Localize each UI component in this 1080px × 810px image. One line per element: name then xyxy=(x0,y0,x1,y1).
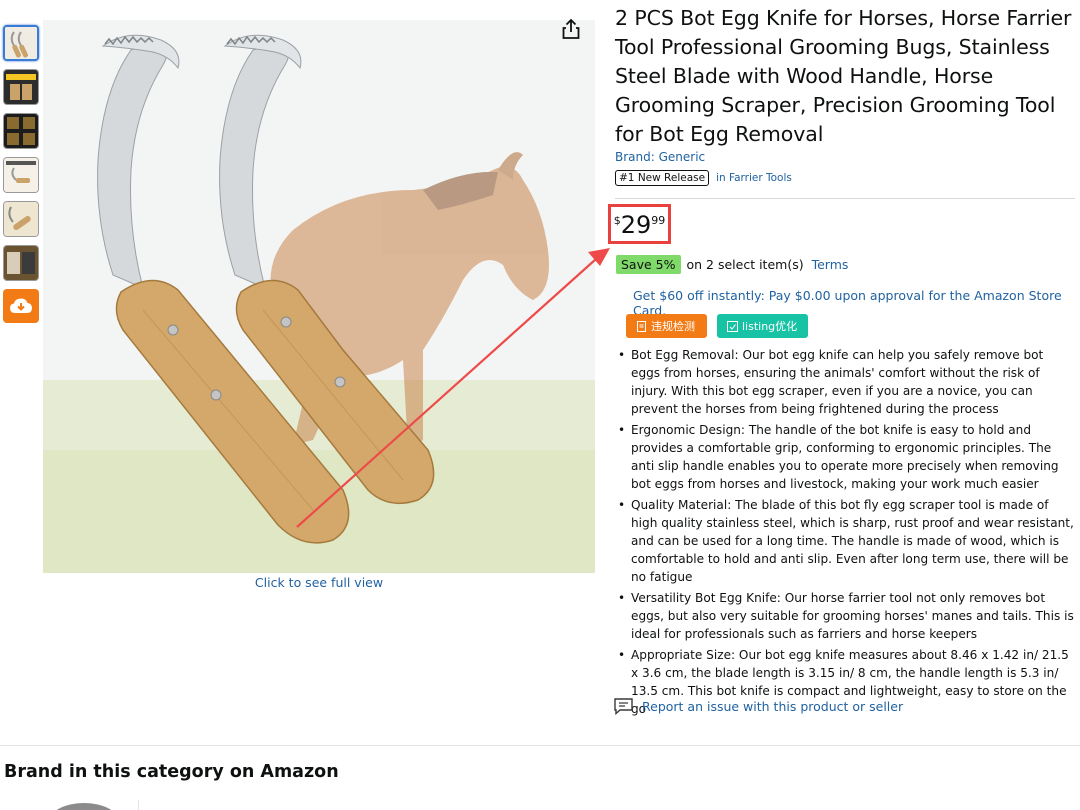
save-badge: Save 5% xyxy=(616,255,681,274)
feature-bullet: Bot Egg Removal: Our bot egg knife can h… xyxy=(616,346,1076,418)
section-divider xyxy=(0,745,1080,746)
save-text: on 2 select item(s) xyxy=(686,257,804,272)
share-icon[interactable] xyxy=(560,17,582,41)
thumbnail-2[interactable] xyxy=(3,69,39,105)
brand-section-title: Brand in this category on Amazon xyxy=(4,762,339,782)
brand-logo[interactable] xyxy=(48,803,120,810)
price-currency: $ xyxy=(613,214,621,227)
thumbnail-6[interactable] xyxy=(3,245,39,281)
feature-bullet: Quality Material: The blade of this bot … xyxy=(616,496,1076,586)
price-fraction: 99 xyxy=(651,214,666,227)
document-icon xyxy=(637,320,646,332)
savings-row: Save 5% on 2 select item(s) Terms xyxy=(616,255,848,274)
listing-optimize-label: listing优化 xyxy=(742,320,798,333)
product-title: 2 PCS Bot Egg Knife for Horses, Horse Fa… xyxy=(615,6,1072,146)
price-whole: 29 xyxy=(620,211,652,239)
best-seller-rank: #1 New Release in Farrier Tools xyxy=(615,170,1077,186)
thumbnail-5[interactable] xyxy=(3,201,39,237)
violation-check-button[interactable]: 违规检测 xyxy=(626,314,707,338)
terms-link[interactable]: Terms xyxy=(812,257,849,272)
listing-optimize-button[interactable]: listing优化 xyxy=(717,314,808,338)
report-issue-label: Report an issue with this product or sel… xyxy=(642,699,904,714)
download-button[interactable] xyxy=(3,289,39,323)
thumbnail-1[interactable] xyxy=(3,25,39,61)
brand-link[interactable]: Brand: Generic xyxy=(615,150,1077,164)
price: $ 29 99 xyxy=(608,204,671,244)
main-product-image[interactable] xyxy=(43,20,595,573)
thumbnail-3[interactable] xyxy=(3,113,39,149)
thumbnail-4[interactable] xyxy=(3,157,39,193)
divider xyxy=(615,198,1075,199)
plugin-toolbar: 违规检测 listing优化 xyxy=(626,314,808,338)
feature-bullet: Ergonomic Design: The handle of the bot … xyxy=(616,421,1076,493)
new-release-badge[interactable]: #1 New Release xyxy=(615,170,710,186)
product-info: 2 PCS Bot Egg Knife for Horses, Horse Fa… xyxy=(615,4,1077,186)
feature-bullet: Versatility Bot Egg Knife: Our horse far… xyxy=(616,589,1076,643)
feature-bullets: Bot Egg Removal: Our bot egg knife can h… xyxy=(616,346,1076,721)
cloud-download-icon xyxy=(10,298,32,313)
brand-separator xyxy=(138,800,139,810)
report-issue-link[interactable]: Report an issue with this product or sel… xyxy=(614,698,903,715)
thumbnail-strip xyxy=(3,25,40,323)
rank-category-link[interactable]: in Farrier Tools xyxy=(716,172,792,184)
report-icon xyxy=(614,698,633,715)
violation-check-label: 违规检测 xyxy=(651,320,695,333)
full-view-link[interactable]: Click to see full view xyxy=(43,575,595,590)
edit-icon xyxy=(727,320,738,332)
